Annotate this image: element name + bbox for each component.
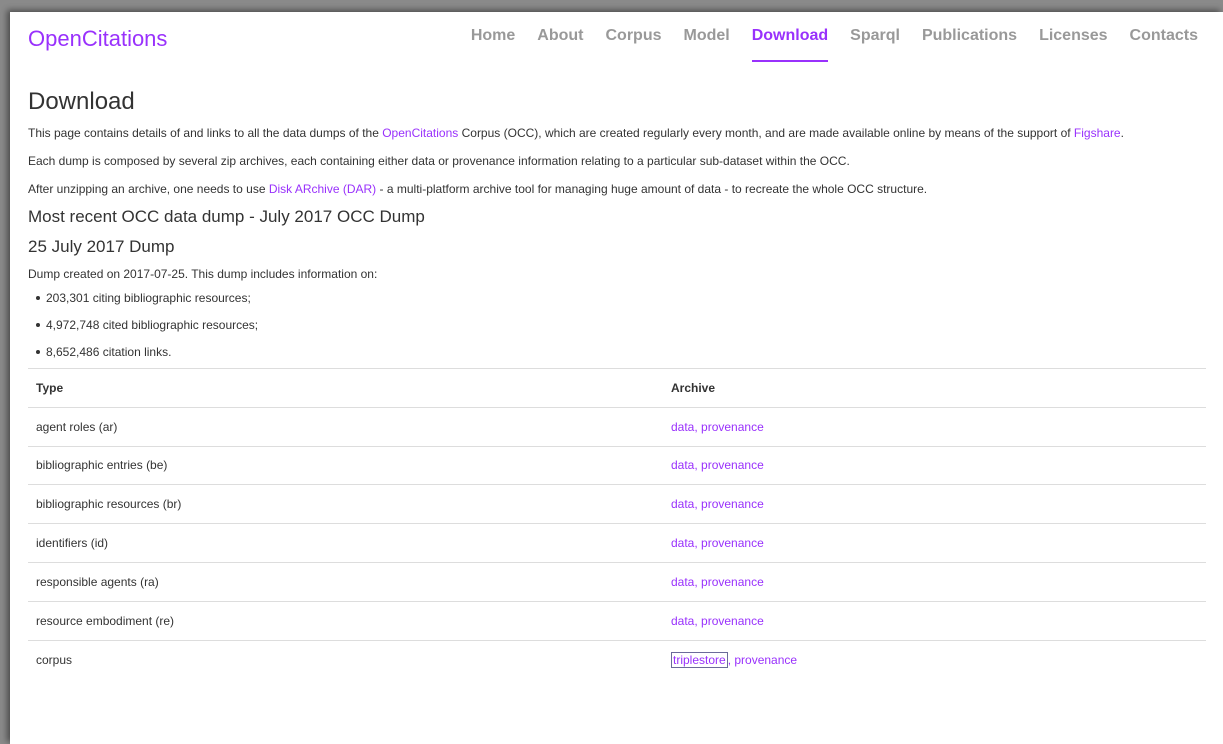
column-header-archive: Archive (663, 368, 1206, 408)
intro-text-before: This page contains details of and links … (28, 126, 383, 140)
nav-item-download[interactable]: Download (741, 26, 839, 62)
opencitations-link[interactable]: OpenCitations (382, 126, 458, 140)
type-cell: bibliographic resources (br) (28, 484, 663, 524)
figshare-link[interactable]: Figshare (1074, 126, 1121, 140)
data-link[interactable]: data (671, 536, 694, 550)
dump-intro: Dump created on 2017-07-25. This dump in… (28, 267, 378, 281)
type-cell: resource embodiment (re) (28, 600, 663, 641)
archive-cell: data, provenance (663, 445, 1206, 485)
data-link[interactable]: data (671, 614, 694, 628)
list-item: 4,972,748 cited bibliographic resources; (28, 316, 1208, 334)
recent-dump-heading: Most recent OCC data dump - July 2017 OC… (28, 207, 425, 226)
type-cell: bibliographic entries (be) (28, 445, 663, 485)
table-row: resource embodiment (re) data, provenanc… (28, 600, 1206, 641)
data-link[interactable]: data (671, 497, 694, 511)
dump-date-heading: 25 July 2017 Dump (28, 237, 175, 256)
type-cell: agent roles (ar) (28, 406, 663, 447)
table-row: bibliographic entries (be) data, provena… (28, 445, 1206, 485)
archive-cell: data, provenance (663, 523, 1206, 563)
data-link[interactable]: data (671, 420, 694, 434)
main-nav: Home About Corpus Model Download Sparql … (460, 26, 1209, 62)
dump-composition-paragraph: Each dump is composed by several zip arc… (28, 154, 850, 168)
table-row: identifiers (id) data, provenance (28, 523, 1206, 563)
navbar: OpenCitations Home About Corpus Model Do… (10, 12, 1223, 66)
type-cell: identifiers (id) (28, 523, 663, 563)
dump-stats-list: 203,301 citing bibliographic resources; … (28, 289, 1208, 361)
provenance-link[interactable]: provenance (701, 458, 764, 472)
main-content: Download This page contains details of a… (28, 88, 1208, 679)
archive-cell: data, provenance (663, 600, 1206, 641)
archive-cell: data, provenance (663, 484, 1206, 524)
table-header-row: Type Archive (28, 368, 1206, 408)
table-row: bibliographic resources (br) data, prove… (28, 484, 1206, 524)
provenance-link[interactable]: provenance (701, 536, 764, 550)
table-row: corpus triplestore, provenance (28, 639, 1206, 679)
type-cell: responsible agents (ra) (28, 561, 663, 602)
provenance-link[interactable]: provenance (701, 497, 764, 511)
intro-paragraph: This page contains details of and links … (28, 124, 1208, 142)
unzip-paragraph: After unzipping an archive, one needs to… (28, 180, 1208, 198)
nav-item-licenses[interactable]: Licenses (1028, 26, 1118, 62)
brand-logo[interactable]: OpenCitations (28, 26, 167, 52)
archive-cell: data, provenance (663, 406, 1206, 447)
dar-link[interactable]: Disk ARchive (DAR) (269, 182, 376, 196)
table-row: agent roles (ar) data, provenance (28, 406, 1206, 447)
page-title: Download (28, 88, 135, 115)
intro-text-after: . (1120, 126, 1124, 140)
data-link[interactable]: data (671, 575, 694, 589)
provenance-link[interactable]: provenance (701, 614, 764, 628)
table-row: responsible agents (ra) data, provenance (28, 561, 1206, 602)
brand-part-citations: Citations (81, 26, 168, 51)
type-cell: corpus (28, 639, 663, 679)
nav-item-about[interactable]: About (526, 26, 594, 62)
list-item: 203,301 citing bibliographic resources; (28, 289, 1208, 307)
nav-item-corpus[interactable]: Corpus (594, 26, 672, 62)
nav-item-contacts[interactable]: Contacts (1119, 26, 1209, 62)
nav-item-sparql[interactable]: Sparql (839, 26, 911, 62)
browser-page: OpenCitations Home About Corpus Model Do… (10, 12, 1223, 744)
provenance-link[interactable]: provenance (701, 420, 764, 434)
provenance-link[interactable]: provenance (701, 575, 764, 589)
nav-item-model[interactable]: Model (672, 26, 740, 62)
dump-table: Type Archive agent roles (ar) data, prov… (28, 368, 1206, 679)
unzip-text-after: - a multi-platform archive tool for mana… (376, 182, 928, 196)
brand-part-open: Open (28, 26, 82, 51)
archive-cell: data, provenance (663, 561, 1206, 602)
intro-text-middle: Corpus (OCC), which are created regularl… (458, 126, 1074, 140)
column-header-type: Type (28, 368, 663, 408)
nav-item-publications[interactable]: Publications (911, 26, 1028, 62)
triplestore-link[interactable]: triplestore (671, 651, 728, 668)
provenance-link[interactable]: provenance (734, 653, 797, 667)
archive-cell: triplestore, provenance (663, 639, 1206, 679)
nav-item-home[interactable]: Home (460, 26, 526, 62)
unzip-text-before: After unzipping an archive, one needs to… (28, 182, 269, 196)
data-link[interactable]: data (671, 458, 694, 472)
list-item: 8,652,486 citation links. (28, 343, 1208, 361)
